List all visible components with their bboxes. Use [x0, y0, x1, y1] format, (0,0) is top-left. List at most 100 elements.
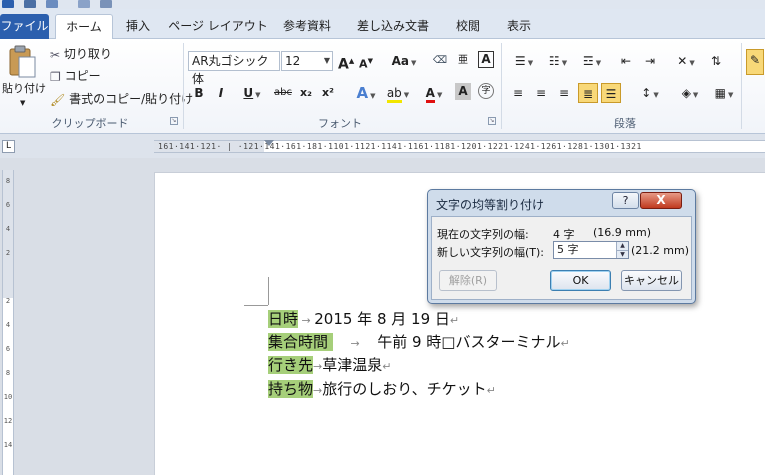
- group-divider: [741, 43, 742, 129]
- close-button[interactable]: X: [640, 192, 682, 209]
- ruler-tick: [3, 272, 13, 296]
- distributed-align-icon[interactable]: ☰: [601, 83, 621, 103]
- horizontal-ruler[interactable]: 161·141·121· | ·121·141·161·181·1101·112…: [154, 140, 765, 153]
- underline-button[interactable]: U ▼: [238, 83, 266, 103]
- multilevel-list-icon[interactable]: ☲ ▼: [578, 51, 606, 71]
- font-launcher-icon[interactable]: ↘: [488, 117, 496, 125]
- clipboard-launcher-icon[interactable]: ↘: [170, 117, 178, 125]
- release-button[interactable]: 解除(R): [439, 270, 497, 291]
- document-line[interactable]: 日時 → 2015 年 8 月 19 日↵: [268, 308, 459, 332]
- ok-button[interactable]: OK: [550, 270, 611, 291]
- bold-button[interactable]: B: [192, 83, 206, 103]
- cancel-button[interactable]: キャンセル: [621, 270, 682, 291]
- grow-font-button[interactable]: A▲: [338, 51, 354, 73]
- group-divider: [501, 43, 502, 129]
- font-name-combo[interactable]: AR丸ゴシック体: [188, 51, 280, 86]
- crop-mark: [244, 305, 268, 306]
- current-width-mm: (16.9 mm): [593, 226, 652, 239]
- quick-access-toolbar: [0, 0, 765, 9]
- sort-icon[interactable]: ⇅: [708, 51, 724, 71]
- styles-icon[interactable]: ✎: [746, 49, 764, 75]
- font-size-combo[interactable]: 12 ▼: [281, 51, 333, 71]
- document-line[interactable]: 行き先→草津温泉↵: [268, 354, 391, 378]
- current-width-value: 4 字: [553, 228, 575, 241]
- ruler-tick: 8: [5, 369, 11, 377]
- subscript-button[interactable]: x₂: [298, 83, 314, 103]
- tab-page-layout[interactable]: ページ レイアウト: [168, 14, 268, 39]
- copy-icon: ❐: [50, 69, 61, 84]
- new-width-spinner[interactable]: 5 字 ▲ ▼: [553, 241, 629, 259]
- ruler-tick: 14: [3, 441, 13, 449]
- align-center-icon[interactable]: ≡: [533, 83, 549, 103]
- spin-up-icon[interactable]: ▲: [616, 242, 628, 250]
- tab-review[interactable]: 校閲: [448, 14, 488, 39]
- copy-button[interactable]: ❐ コピー: [50, 68, 101, 85]
- chevron-down-icon: ▼: [323, 56, 330, 65]
- justify-icon[interactable]: ≣: [578, 83, 598, 103]
- clear-format-icon[interactable]: ⌫: [432, 51, 448, 71]
- tab-home[interactable]: ホーム: [55, 14, 113, 40]
- paragraph-group-label: 段落: [614, 117, 636, 130]
- ribbon: 貼り付け ▼ ✂ 切り取り ❐ コピー 🖌 書式のコピー/貼り付け クリップボー…: [0, 39, 765, 134]
- undo-icon[interactable]: [46, 0, 58, 8]
- paintbrush-icon: 🖌: [50, 92, 66, 107]
- decrease-indent-icon[interactable]: ⇤: [618, 51, 634, 71]
- change-case-button[interactable]: Aa ▼: [390, 51, 418, 71]
- increase-indent-icon[interactable]: ⇥: [642, 51, 658, 71]
- save-icon[interactable]: [24, 0, 36, 8]
- ruler-tick: 8: [5, 177, 11, 185]
- spin-down-icon[interactable]: ▼: [616, 250, 628, 258]
- new-width-label: 新しい文字列の幅(T):: [437, 246, 545, 259]
- font-color-icon[interactable]: A ▼: [420, 83, 448, 103]
- ruler-tick: 10: [3, 393, 13, 401]
- indent-marker-icon[interactable]: [264, 140, 274, 146]
- group-divider: [183, 43, 184, 129]
- enclose-char-icon[interactable]: 字: [478, 83, 494, 99]
- superscript-button[interactable]: x²: [320, 83, 336, 103]
- borders-icon[interactable]: ▦ ▼: [710, 83, 738, 103]
- dialog-title: 文字の均等割り付け: [436, 198, 545, 212]
- numbering-icon[interactable]: ☷ ▼: [544, 51, 572, 71]
- redo-icon[interactable]: [78, 0, 90, 8]
- new-width-mm: (21.2 mm): [631, 244, 690, 257]
- print-preview-icon[interactable]: [100, 0, 112, 8]
- line-spacing-icon[interactable]: ↕ ▼: [636, 83, 664, 103]
- document-line[interactable]: 集合時間 → 午前 9 時□バスターミナル↵: [268, 331, 570, 355]
- ruler-tick: 6: [5, 345, 11, 353]
- shading-icon[interactable]: ◈ ▼: [676, 83, 704, 103]
- ruler-bar: L 161·141·121· | ·121·141·161·181·1101·1…: [0, 134, 765, 158]
- ruler-tick: 6: [5, 201, 11, 209]
- italic-button[interactable]: I: [214, 83, 228, 103]
- highlight-icon[interactable]: ab ▼: [384, 83, 412, 103]
- align-left-icon[interactable]: ≡: [510, 83, 526, 103]
- paste-dropdown-icon[interactable]: ▼: [20, 95, 25, 111]
- crop-mark: [268, 277, 269, 305]
- shrink-font-button[interactable]: A▼: [358, 51, 374, 71]
- bullets-icon[interactable]: ☰ ▼: [510, 51, 538, 71]
- format-painter-button[interactable]: 🖌 書式のコピー/貼り付け: [50, 91, 193, 108]
- text-effects-icon[interactable]: A ▼: [352, 83, 380, 103]
- word-logo-icon: [2, 0, 14, 8]
- phonetic-guide-icon[interactable]: 亜: [455, 51, 471, 71]
- tab-mailings[interactable]: 差し込み文書: [350, 14, 436, 39]
- tab-selector[interactable]: L: [2, 140, 15, 153]
- strikethrough-button[interactable]: abc: [273, 83, 293, 103]
- align-right-icon[interactable]: ≡: [556, 83, 572, 103]
- ruler-tick: 4: [5, 225, 11, 233]
- tab-references[interactable]: 参考資料: [276, 14, 338, 39]
- tab-view[interactable]: 表示: [498, 14, 540, 39]
- ruler-tick: 12: [3, 417, 13, 425]
- tab-file[interactable]: ファイル: [0, 14, 49, 39]
- tab-insert[interactable]: 挿入: [118, 14, 158, 39]
- asian-layout-icon[interactable]: ✕ ▼: [672, 51, 700, 71]
- current-width-label: 現在の文字列の幅:: [437, 228, 529, 241]
- cut-button[interactable]: ✂ 切り取り: [50, 46, 112, 63]
- paste-button[interactable]: 貼り付け ▼: [2, 43, 46, 111]
- char-border-icon[interactable]: A: [478, 51, 494, 68]
- document-line[interactable]: 持ち物→旅行のしおり、チケット↵: [268, 378, 496, 402]
- char-shading-icon[interactable]: A: [455, 83, 471, 100]
- vertical-ruler[interactable]: 8 6 4 2 2 4 6 8 10 12 14: [2, 170, 14, 475]
- ribbon-tabs: ファイル ホーム 挿入 ページ レイアウト 参考資料 差し込み文書 校閲 表示: [0, 9, 765, 40]
- help-button[interactable]: ?: [612, 192, 639, 209]
- paste-icon: [9, 45, 36, 78]
